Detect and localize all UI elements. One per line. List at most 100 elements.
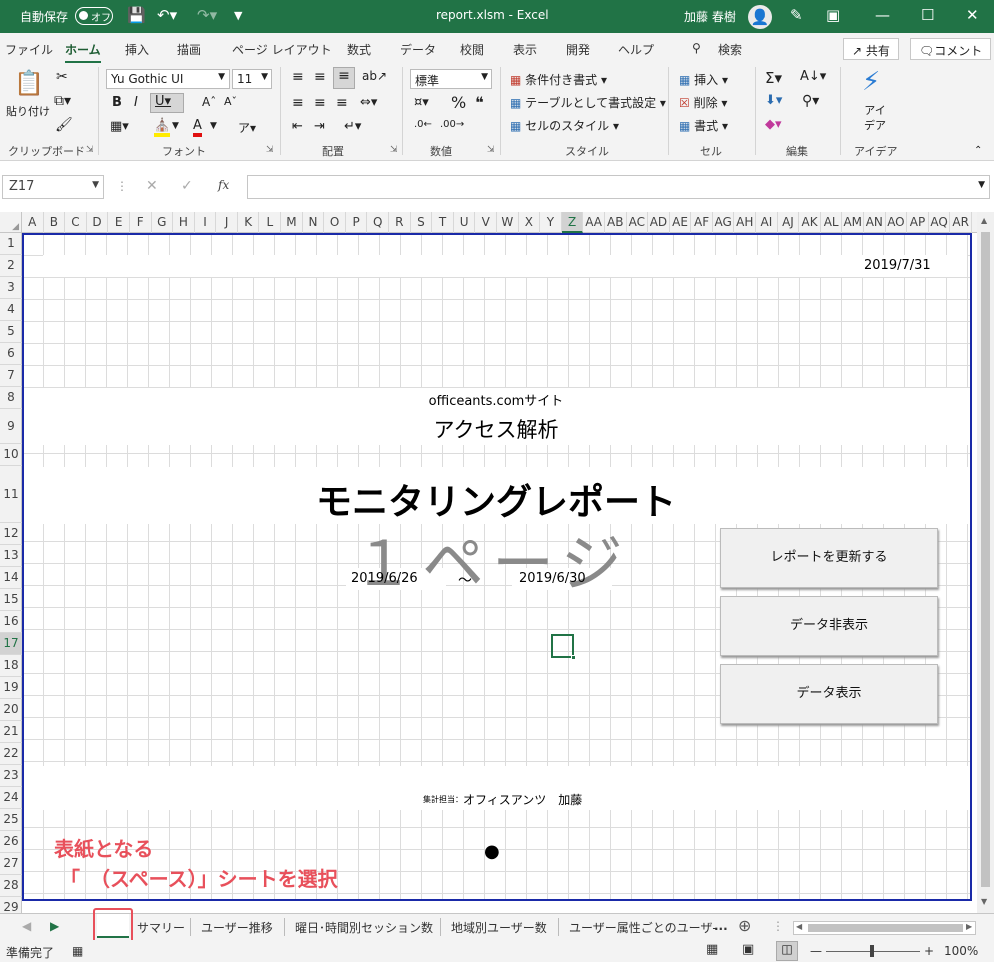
normal-view-icon[interactable]: ▦ <box>706 942 718 957</box>
autosum-icon[interactable]: Σ▾ <box>765 69 782 87</box>
row-header[interactable]: 16 <box>0 611 22 633</box>
column-header[interactable]: AD <box>648 212 670 233</box>
active-cell-selection[interactable] <box>551 634 576 660</box>
column-header[interactable]: AQ <box>929 212 951 233</box>
row-header[interactable]: 9 <box>0 409 22 444</box>
sheet-tab-summary[interactable]: サマリー <box>137 919 185 936</box>
column-header[interactable]: AN <box>864 212 886 233</box>
conditional-format-button[interactable]: ▦ 条件付き書式 ▾ <box>510 71 607 88</box>
row-header[interactable]: 7 <box>0 365 22 387</box>
formula-input[interactable]: ▼ <box>247 175 990 199</box>
delete-cells-button[interactable]: ☒ 削除 ▾ <box>679 94 727 111</box>
column-header[interactable]: M <box>281 212 303 233</box>
column-header[interactable]: S <box>411 212 433 233</box>
column-header[interactable]: F <box>130 212 152 233</box>
row-header[interactable]: 26 <box>0 831 22 853</box>
share-button[interactable]: ↗ 共有 <box>843 38 899 60</box>
column-header[interactable]: AF <box>691 212 713 233</box>
format-as-table-button[interactable]: ▦ テーブルとして書式設定 ▾ <box>510 94 666 111</box>
column-header[interactable]: AL <box>821 212 843 233</box>
tab-scroll-right-icon[interactable]: ▶ <box>50 919 59 933</box>
scroll-right-icon[interactable]: ▶ <box>966 922 972 931</box>
column-header[interactable]: K <box>238 212 260 233</box>
search-label[interactable]: 検索 <box>718 41 742 58</box>
row-header[interactable]: 3 <box>0 277 22 299</box>
increase-indent-icon[interactable]: ⇥ <box>314 119 325 134</box>
tab-developer[interactable]: 開発 <box>566 41 590 58</box>
bold-icon[interactable]: B <box>112 95 122 110</box>
column-header[interactable]: A <box>22 212 44 233</box>
row-header[interactable]: 24 <box>0 787 22 809</box>
column-header[interactable]: W <box>497 212 519 233</box>
merge-center-icon[interactable]: ⇔▾ <box>360 95 377 110</box>
add-sheet-icon[interactable]: ⊕ <box>738 916 751 935</box>
row-header[interactable]: 19 <box>0 677 22 699</box>
borders-icon[interactable]: ▦▾ <box>110 119 129 134</box>
column-header[interactable]: X <box>519 212 541 233</box>
macro-record-icon[interactable]: ▦ <box>72 944 83 958</box>
column-header[interactable]: AO <box>886 212 908 233</box>
row-header[interactable]: 21 <box>0 721 22 743</box>
maximize-icon[interactable]: ☐ <box>921 6 934 24</box>
increase-decimal-icon[interactable]: .0← <box>414 119 432 130</box>
scroll-left-icon[interactable]: ◀ <box>796 922 802 931</box>
row-header[interactable]: 12 <box>0 523 22 545</box>
cell-styles-button[interactable]: ▦ セルのスタイル ▾ <box>510 117 619 134</box>
hide-data-button[interactable]: データ非表示 <box>720 596 938 656</box>
row-header[interactable]: 17 <box>0 633 22 655</box>
decrease-font-icon[interactable]: Aˇ <box>224 95 237 108</box>
cut-icon[interactable]: ✂ <box>56 69 68 85</box>
column-header[interactable]: U <box>454 212 476 233</box>
zoom-level[interactable]: 100% <box>944 944 978 958</box>
paste-icon[interactable]: 📋 <box>14 69 44 97</box>
undo-icon[interactable]: ↶▾ <box>157 6 177 24</box>
column-header[interactable]: D <box>87 212 109 233</box>
increase-font-icon[interactable]: Aˆ <box>202 95 216 109</box>
row-header[interactable]: 28 <box>0 875 22 897</box>
row-header[interactable]: 14 <box>0 567 22 589</box>
column-header[interactable]: AP <box>907 212 929 233</box>
phonetic-icon[interactable]: ア▾ <box>238 119 256 136</box>
column-header[interactable]: P <box>346 212 368 233</box>
ribbon-display-icon[interactable]: ▣ <box>826 6 840 24</box>
chevron-down-icon[interactable]: ▼ <box>172 121 179 131</box>
row-header[interactable]: 27 <box>0 853 22 875</box>
column-header[interactable]: Y <box>540 212 562 233</box>
ideas-button[interactable]: アイ デア <box>864 103 886 133</box>
format-cells-button[interactable]: ▦ 書式 ▾ <box>679 117 728 134</box>
sheet-tab-attributes[interactable]: ユーザー属性ごとのユーザ- <box>569 919 717 936</box>
comment-button[interactable]: 🗨コメント <box>910 38 992 60</box>
page-break-view-icon[interactable]: ◫ <box>776 941 798 961</box>
scroll-up-icon[interactable]: ▲ <box>981 216 987 225</box>
column-header[interactable]: AJ <box>778 212 800 233</box>
tab-scroll-left-icon[interactable]: ◀ <box>22 919 31 933</box>
fill-handle[interactable] <box>571 655 576 660</box>
column-header[interactable]: H <box>173 212 195 233</box>
zoom-in-icon[interactable]: + <box>924 944 934 958</box>
tab-home[interactable]: ホーム <box>65 41 101 64</box>
align-right-icon[interactable]: ≡ <box>336 95 348 111</box>
save-icon[interactable]: 💾 <box>127 6 146 24</box>
column-header[interactable]: O <box>324 212 346 233</box>
page-layout-view-icon[interactable]: ▣ <box>742 942 754 957</box>
column-header[interactable]: AH <box>735 212 757 233</box>
tab-review[interactable]: 校閲 <box>460 41 484 58</box>
fill-icon[interactable]: ⬇▾ <box>765 93 782 108</box>
column-header[interactable]: E <box>108 212 130 233</box>
sort-filter-icon[interactable]: A↓▾ <box>800 69 826 84</box>
align-left-icon[interactable]: ≡ <box>292 95 304 111</box>
clipboard-launcher-icon[interactable]: ⇲ <box>86 145 94 155</box>
fill-color-icon[interactable]: ⛪ <box>154 118 171 137</box>
column-header[interactable]: AK <box>799 212 821 233</box>
autosave-toggle[interactable]: オフ <box>75 7 113 25</box>
column-header[interactable]: V <box>475 212 497 233</box>
percent-icon[interactable]: % <box>451 93 466 112</box>
copy-icon[interactable]: ⧉▾ <box>54 93 71 109</box>
hscroll-thumb[interactable] <box>808 924 963 932</box>
orientation-icon[interactable]: ab↗ <box>362 69 387 83</box>
tab-file[interactable]: ファイル <box>5 41 53 58</box>
column-header[interactable]: AE <box>670 212 692 233</box>
minimize-icon[interactable]: — <box>875 6 890 24</box>
tab-page-layout[interactable]: ページ レイアウト <box>232 41 332 58</box>
ideas-lightning-icon[interactable]: ⚡ <box>862 67 880 97</box>
